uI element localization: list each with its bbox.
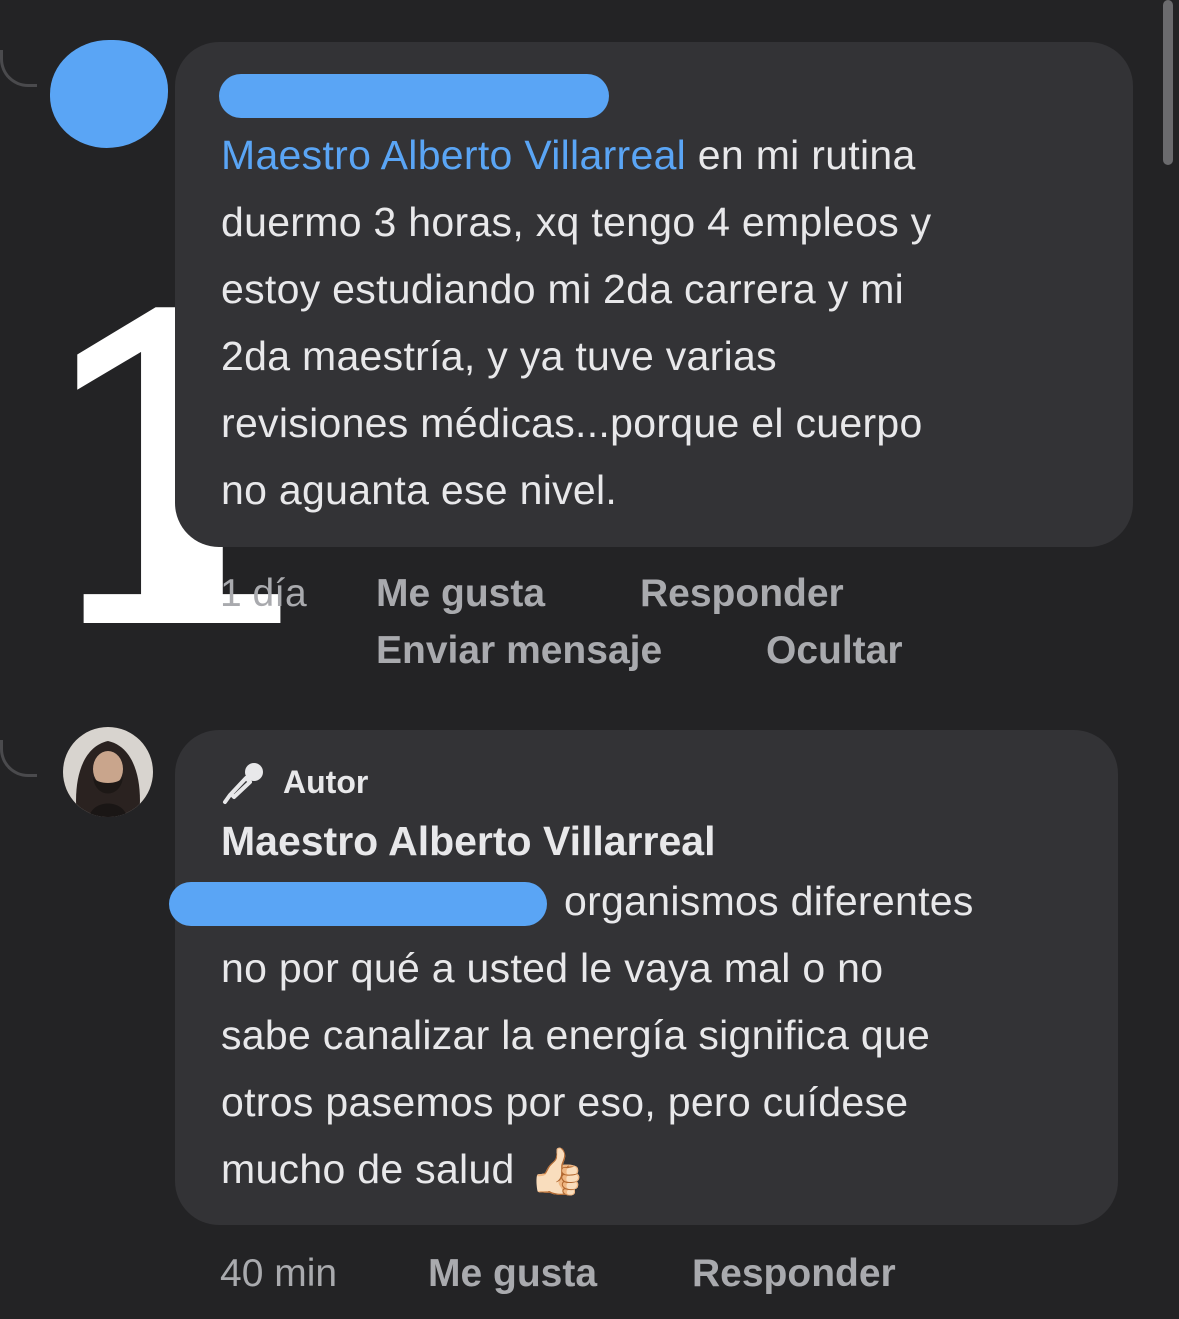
comment-line: 2da maestría, y ya tuve varias <box>221 333 777 379</box>
scrollbar[interactable] <box>1163 0 1173 165</box>
comment-line: otros pasemos por eso, pero cuídese <box>221 1079 909 1125</box>
thumbs-up-icon: 👍🏻 <box>528 1145 587 1197</box>
avatar[interactable] <box>63 727 153 817</box>
like-button[interactable]: Me gusta <box>376 572 545 616</box>
comment-text: organismos diferentes no por qué a usted… <box>221 868 1101 1205</box>
thread-connector <box>0 50 37 87</box>
comment-line: estoy estudiando mi 2da carrera y mi <box>221 266 905 312</box>
comment-line: mucho de salud 👍🏻 <box>221 1136 1101 1205</box>
thread-connector <box>0 740 37 777</box>
comment-line: organismos diferentes <box>564 878 974 924</box>
hide-button[interactable]: Ocultar <box>766 629 903 673</box>
comment-line: Maestro Alberto Villarreal en mi rutina <box>221 132 916 178</box>
comment-time: 1 día <box>220 572 307 615</box>
author-badge: Autor <box>221 758 368 806</box>
author-badge-label: Autor <box>283 763 369 800</box>
send-message-button[interactable]: Enviar mensaje <box>376 629 662 673</box>
mention-link[interactable]: Maestro Alberto Villarreal <box>221 132 686 178</box>
comment-line: duermo 3 horas, xq tengo 4 empleos y <box>221 199 932 245</box>
reply-button[interactable]: Responder <box>640 572 844 616</box>
comment-line: no por qué a usted le vaya mal o no <box>221 945 884 991</box>
comments-screen: 1 Maestro Alberto Villarreal en mi rutin… <box>0 0 1179 1319</box>
comment-time: 40 min <box>220 1252 338 1295</box>
redacted-username <box>219 74 609 118</box>
comment-line: sabe canalizar la energía significa que <box>221 1012 931 1058</box>
comment-bubble-1[interactable]: Maestro Alberto Villarreal en mi rutina … <box>175 42 1133 547</box>
comment-text: Maestro Alberto Villarreal en mi rutina … <box>221 122 1111 524</box>
avatar-photo <box>63 727 153 817</box>
comment-line: revisiones médicas...porque el cuerpo <box>221 400 923 446</box>
author-name[interactable]: Maestro Alberto Villarreal <box>221 818 715 865</box>
microphone-icon <box>223 763 263 804</box>
redacted-avatar <box>50 40 168 148</box>
comment-bubble-2[interactable]: Autor Maestro Alberto Villarreal organis… <box>169 730 1118 1225</box>
reply-button[interactable]: Responder <box>692 1252 896 1296</box>
comment-line: no aguanta ese nivel. <box>221 467 618 513</box>
like-button[interactable]: Me gusta <box>428 1252 597 1296</box>
